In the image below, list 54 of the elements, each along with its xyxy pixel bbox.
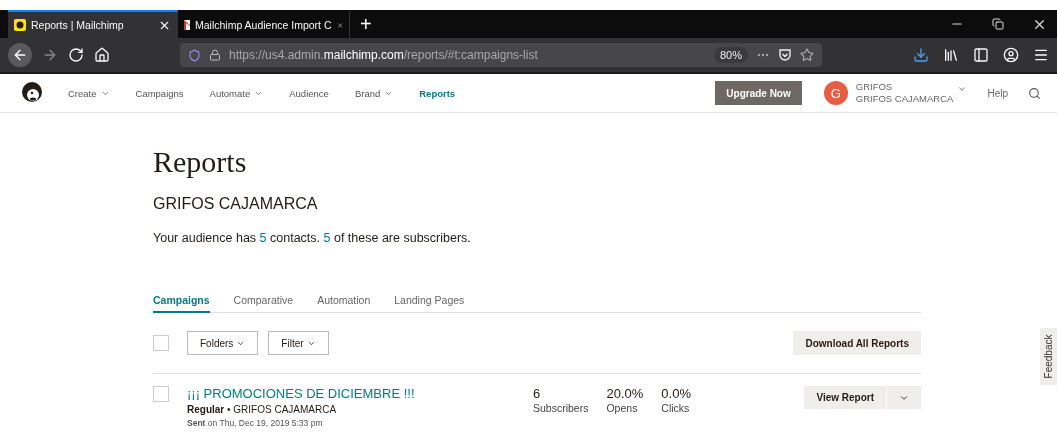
forward-icon[interactable] xyxy=(42,47,58,63)
stat-label: Clicks xyxy=(661,402,691,415)
search-icon[interactable] xyxy=(1028,86,1041,100)
stat-value: 0.0% xyxy=(661,386,691,402)
campaign-name[interactable]: ¡¡¡ PROMOCIONES DE DICIEMBRE !!! xyxy=(187,386,533,402)
nav-item[interactable]: Create xyxy=(68,87,110,99)
stat-value: 6 xyxy=(533,386,542,402)
page-title: Reports xyxy=(153,145,248,179)
audience-name: GRIFOS CAJAMARCA xyxy=(153,195,319,213)
filter-dropdown[interactable]: Filter xyxy=(268,331,329,355)
nav-item[interactable]: Campaigns xyxy=(135,87,184,99)
menu-icon[interactable] xyxy=(1033,47,1049,63)
caret-icon[interactable] xyxy=(957,84,968,94)
account-icon[interactable] xyxy=(1003,47,1019,63)
audience-summary: Your audience has 5 contacts. 5 of these are subscribers. xyxy=(153,231,472,246)
folders-dropdown[interactable]: Folders xyxy=(187,331,259,355)
sent-date: Sent on Thu, Dec 19, 2019 5:33 pm xyxy=(187,417,324,429)
nav-item[interactable]: Brand xyxy=(354,87,394,99)
pocket-icon[interactable] xyxy=(778,48,792,62)
stat-value: 20.0% xyxy=(606,386,644,402)
nav-item[interactable]: Audience xyxy=(289,87,329,99)
campaign-details: Regular • GRIFOS CAJAMARCA xyxy=(187,403,338,416)
upgrade-button[interactable]: Upgrade Now xyxy=(715,81,802,105)
campaign-checkbox[interactable] xyxy=(153,386,169,402)
stat-label: Subscribers xyxy=(533,402,589,415)
download-all-button[interactable]: Download All Reports xyxy=(793,331,921,355)
view-report-button[interactable]: View Report xyxy=(804,386,886,409)
star-icon[interactable] xyxy=(800,48,814,62)
account-name: GRIFOS xyxy=(855,81,894,93)
back-button[interactable] xyxy=(8,43,32,67)
nav-item[interactable]: Reports xyxy=(419,87,456,99)
stat-label: Opens xyxy=(606,402,639,415)
restore-icon[interactable] xyxy=(992,18,1004,30)
sidebar-icon[interactable] xyxy=(973,47,989,63)
new-tab-button[interactable]: + xyxy=(350,10,382,38)
feedback-tab[interactable]: Feedback xyxy=(1040,328,1057,385)
report-tab[interactable]: Automation xyxy=(317,294,371,313)
nav-item[interactable]: Automate xyxy=(209,87,264,99)
download-icon[interactable] xyxy=(913,47,929,63)
lock-icon[interactable] xyxy=(209,49,221,61)
report-tab[interactable]: Campaigns xyxy=(153,294,210,313)
reload-icon[interactable] xyxy=(68,47,84,63)
url-field[interactable]: https://us4.admin.mailchimp.com/reports/#t:campaigns-list 80% xyxy=(180,43,822,67)
library-icon[interactable] xyxy=(943,47,959,63)
zoom-level[interactable]: 80% xyxy=(713,47,748,63)
shield-icon[interactable] xyxy=(188,48,201,62)
monkey-logo[interactable] xyxy=(20,81,44,105)
browser-tab[interactable]: Reports | Mailchimp xyxy=(8,10,178,38)
account-organization: GRIFOS CAJAMARCA xyxy=(855,93,954,105)
select-all-checkbox[interactable] xyxy=(153,335,169,351)
home-icon[interactable] xyxy=(94,47,110,63)
report-tab[interactable]: Comparative xyxy=(233,294,294,313)
report-tab[interactable]: Landing Pages xyxy=(394,294,465,313)
help-link[interactable]: Help xyxy=(987,87,1008,99)
